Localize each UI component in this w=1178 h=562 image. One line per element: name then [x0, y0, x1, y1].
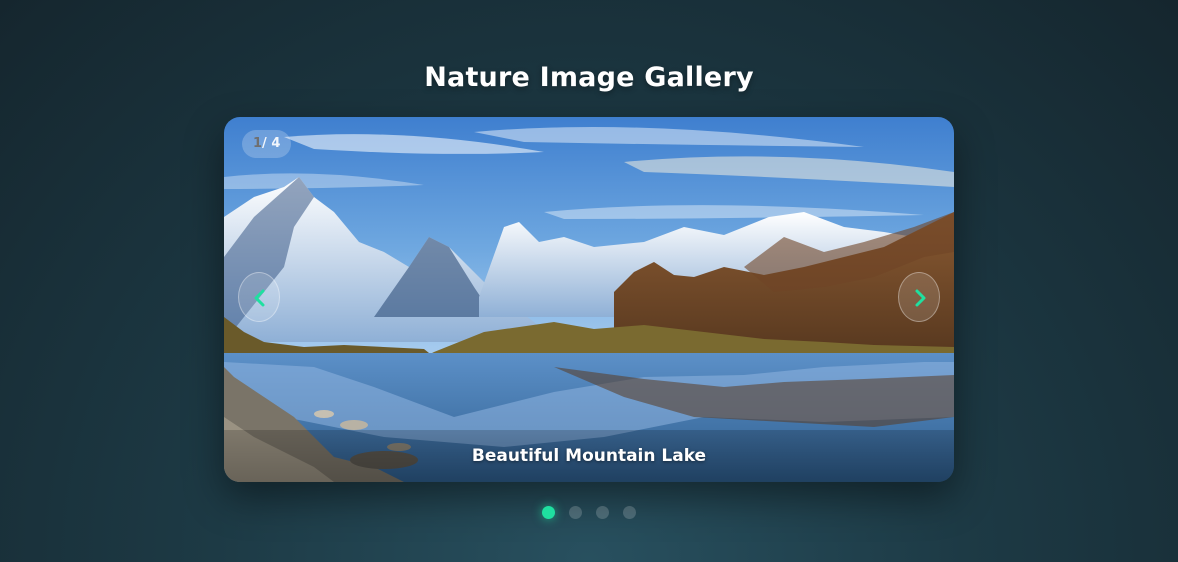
slide-dot-4[interactable] — [623, 506, 636, 519]
slide-counter-current: 1 — [253, 136, 263, 151]
slide-image — [224, 117, 954, 482]
slide-counter: 1/ 4 — [242, 130, 292, 158]
page-title: Nature Image Gallery — [424, 62, 754, 93]
slide-caption: Beautiful Mountain Lake — [224, 430, 954, 482]
image-gallery: 1/ 4 Beautiful Mountain Lake — [224, 117, 954, 482]
slide-counter-total: / 4 — [262, 136, 281, 151]
slide-dot-3[interactable] — [596, 506, 609, 519]
previous-slide-button[interactable] — [238, 272, 280, 322]
chevron-left-icon — [254, 289, 265, 307]
slide-dot-1[interactable] — [542, 506, 555, 519]
chevron-right-icon — [915, 289, 926, 307]
next-slide-button[interactable] — [898, 272, 940, 322]
slide-indicators — [0, 506, 1178, 519]
slide-dot-2[interactable] — [569, 506, 582, 519]
